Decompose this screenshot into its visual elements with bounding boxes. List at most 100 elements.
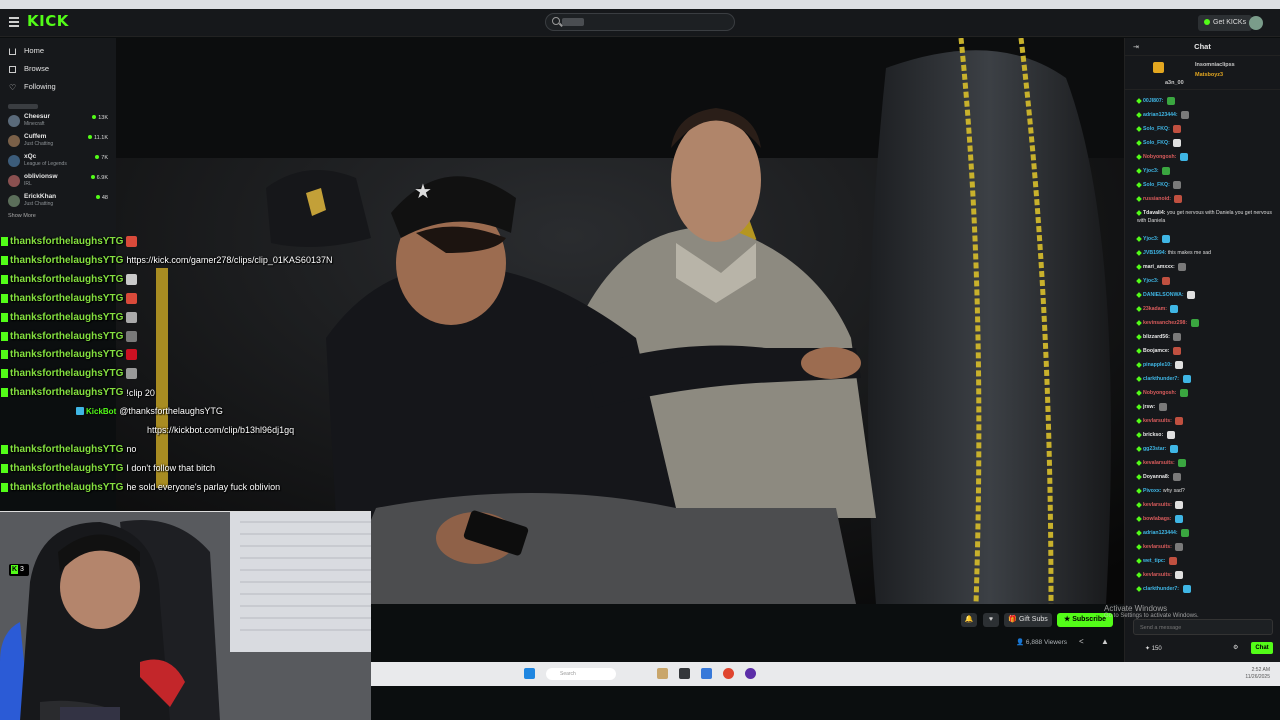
emote-icon bbox=[1178, 262, 1187, 271]
chat-username[interactable]: pinapple10: bbox=[1143, 362, 1172, 368]
chat-username[interactable]: Solo_FKQ: bbox=[1143, 126, 1170, 132]
sub-badge-icon bbox=[1, 350, 8, 360]
pinned-username[interactable]: a3n_00 bbox=[1165, 80, 1184, 86]
gift-subs-button[interactable]: 🎁 Gift Subs bbox=[1004, 613, 1052, 627]
pinned-username[interactable]: Insomniaclipss bbox=[1195, 62, 1235, 68]
chat-username[interactable]: Yjoc3: bbox=[1143, 168, 1159, 174]
chat-username[interactable]: Solo_FKQ: bbox=[1143, 182, 1170, 188]
search-input[interactable] bbox=[562, 18, 584, 26]
badge-icon bbox=[1136, 432, 1142, 438]
chat-username[interactable]: Yjoc3: bbox=[1143, 236, 1159, 242]
chat-username[interactable]: JVB1994: bbox=[1143, 250, 1166, 256]
channel-item[interactable]: xQc League of Legends 7K bbox=[0, 151, 116, 171]
heart-follow-icon[interactable]: ♥ bbox=[983, 613, 999, 627]
user-avatar[interactable] bbox=[1249, 16, 1263, 30]
overlay-username: thanksforthelaughsYTG bbox=[10, 311, 124, 323]
badge-icon bbox=[1136, 362, 1142, 368]
chat-username[interactable]: Nobyongosh: bbox=[1143, 390, 1176, 396]
channel-viewers: 48 bbox=[96, 195, 108, 201]
chat-message: kevinsanchez298: bbox=[1125, 316, 1280, 330]
emote-icon bbox=[126, 292, 138, 304]
channel-item[interactable]: oblivionsw IRL 6.9K bbox=[0, 171, 116, 191]
chat-input[interactable]: Send a message bbox=[1133, 619, 1273, 635]
chat-username[interactable]: jrsw: bbox=[1143, 404, 1155, 410]
chat-username[interactable]: Solo_FKQ: bbox=[1143, 140, 1170, 146]
channel-item[interactable]: ErickKhan Just Chatting 48 bbox=[0, 191, 116, 211]
taskbar-clock[interactable]: 2:52 AM 11/26/2025 bbox=[1245, 667, 1270, 681]
get-kicks-button[interactable]: Get KICKs bbox=[1198, 15, 1253, 31]
chat-username[interactable]: adrian123444: bbox=[1143, 112, 1178, 118]
badge-icon bbox=[1136, 264, 1142, 270]
chat-username[interactable]: kevlarsuits: bbox=[1143, 544, 1172, 550]
overlay-username: KickBot bbox=[86, 407, 117, 417]
nav-browse[interactable]: Browse bbox=[0, 60, 116, 78]
channel-item[interactable]: Cheesur Minecraft 13K bbox=[0, 111, 116, 131]
bell-icon[interactable]: 🔔 bbox=[961, 613, 977, 627]
chat-username[interactable]: kevinsanchez298: bbox=[1143, 320, 1187, 326]
chat-username[interactable]: adrian123444: bbox=[1143, 530, 1178, 536]
chat-username[interactable]: Doyanna8: bbox=[1143, 474, 1170, 480]
chat-username[interactable]: Yjoc3: bbox=[1143, 278, 1159, 284]
kick-logo[interactable]: KICK bbox=[27, 12, 69, 30]
chat-username[interactable]: bowlabags: bbox=[1143, 516, 1172, 522]
channel-viewers: 13K bbox=[92, 115, 108, 121]
chat-username[interactable]: kevlarsuits: bbox=[1143, 572, 1172, 578]
badge-icon bbox=[1136, 154, 1142, 160]
chat-username[interactable]: Tdavali4: bbox=[1143, 210, 1166, 216]
pinned-username[interactable]: Matsboyz3 bbox=[1195, 72, 1223, 78]
gift-leader-icon bbox=[1153, 62, 1164, 73]
chat-username[interactable]: kevlarsuits: bbox=[1143, 418, 1172, 424]
taskbar-search[interactable]: Search bbox=[546, 668, 616, 680]
kicks-balance[interactable]: ✦ 150 bbox=[1145, 645, 1162, 652]
activate-subtitle: Go to Settings to activate Windows. bbox=[1104, 613, 1199, 619]
sub-badge-icon bbox=[1, 463, 8, 473]
settings-icon[interactable] bbox=[701, 668, 712, 679]
nav-home[interactable]: Home bbox=[0, 42, 116, 60]
browse-icon bbox=[9, 66, 16, 73]
terminal-icon[interactable] bbox=[679, 668, 690, 679]
channel-item[interactable]: Cuffem Just Chatting 11.1K bbox=[0, 131, 116, 151]
report-icon[interactable]: ▲ bbox=[1101, 637, 1109, 646]
sub-badge-icon bbox=[1, 312, 8, 322]
chat-message: JVB1994: this makes me sad bbox=[1125, 246, 1280, 260]
chat-username[interactable]: 23kadam: bbox=[1143, 306, 1167, 312]
chat-message: Solo_FKQ: bbox=[1125, 178, 1280, 192]
overlay-username: thanksforthelaughsYTG bbox=[10, 292, 124, 304]
chat-username[interactable]: blizzard56: bbox=[1143, 334, 1170, 340]
chat-username[interactable]: gg23star: bbox=[1143, 446, 1166, 452]
chat-message: Nobyongosh: bbox=[1125, 150, 1280, 164]
obs-icon[interactable] bbox=[745, 668, 756, 679]
overlay-chat-line: thanksforthelaughsYTG bbox=[0, 349, 138, 367]
overlay-chat-line: thanksforthelaughsYTG bbox=[0, 330, 138, 349]
share-icon[interactable]: < bbox=[1079, 637, 1084, 646]
chat-username[interactable]: kevlarsuits: bbox=[1143, 502, 1172, 508]
chat-username[interactable]: clarkthunder7: bbox=[1143, 376, 1179, 382]
channel-category: IRL bbox=[24, 181, 32, 187]
chat-username[interactable]: brickso: bbox=[1143, 432, 1163, 438]
chat-username[interactable]: clarkthunder7: bbox=[1143, 586, 1179, 592]
chat-username[interactable]: mari_amxxx: bbox=[1143, 264, 1175, 270]
emote-icon bbox=[1175, 360, 1184, 369]
chat-username[interactable]: Pivoxx: bbox=[1143, 488, 1161, 494]
search-bar[interactable] bbox=[545, 13, 735, 31]
chat-username[interactable]: Nobyongosh: bbox=[1143, 154, 1176, 160]
chat-username[interactable]: DANIELSONWA: bbox=[1143, 292, 1184, 298]
file-explorer-icon[interactable] bbox=[657, 668, 668, 679]
windows-start-icon[interactable] bbox=[524, 668, 535, 679]
chat-username[interactable]: Boojamce: bbox=[1143, 348, 1170, 354]
overlay-message: he sold everyone's parlay fuck oblivion bbox=[126, 482, 281, 493]
chat-username[interactable]: 00JI807: bbox=[1143, 98, 1163, 104]
chat-message: bowlabags: bbox=[1125, 512, 1280, 526]
chat-username[interactable]: kevalarsuits: bbox=[1143, 460, 1175, 466]
chat-settings-icon[interactable]: ⚙ bbox=[1233, 644, 1238, 651]
subscribe-label: Subscribe bbox=[1072, 616, 1107, 623]
chat-username[interactable]: wet_tipc: bbox=[1143, 558, 1165, 564]
chrome-icon[interactable] bbox=[723, 668, 734, 679]
menu-icon[interactable] bbox=[9, 17, 19, 27]
sub-badge-icon bbox=[1, 482, 8, 492]
nav-following[interactable]: ♡ Following bbox=[0, 78, 116, 96]
chat-username[interactable]: russianoid: bbox=[1143, 196, 1171, 202]
channel-avatar bbox=[8, 115, 20, 127]
show-more-link[interactable]: Show More bbox=[0, 213, 116, 219]
send-chat-button[interactable]: Chat bbox=[1251, 642, 1273, 654]
